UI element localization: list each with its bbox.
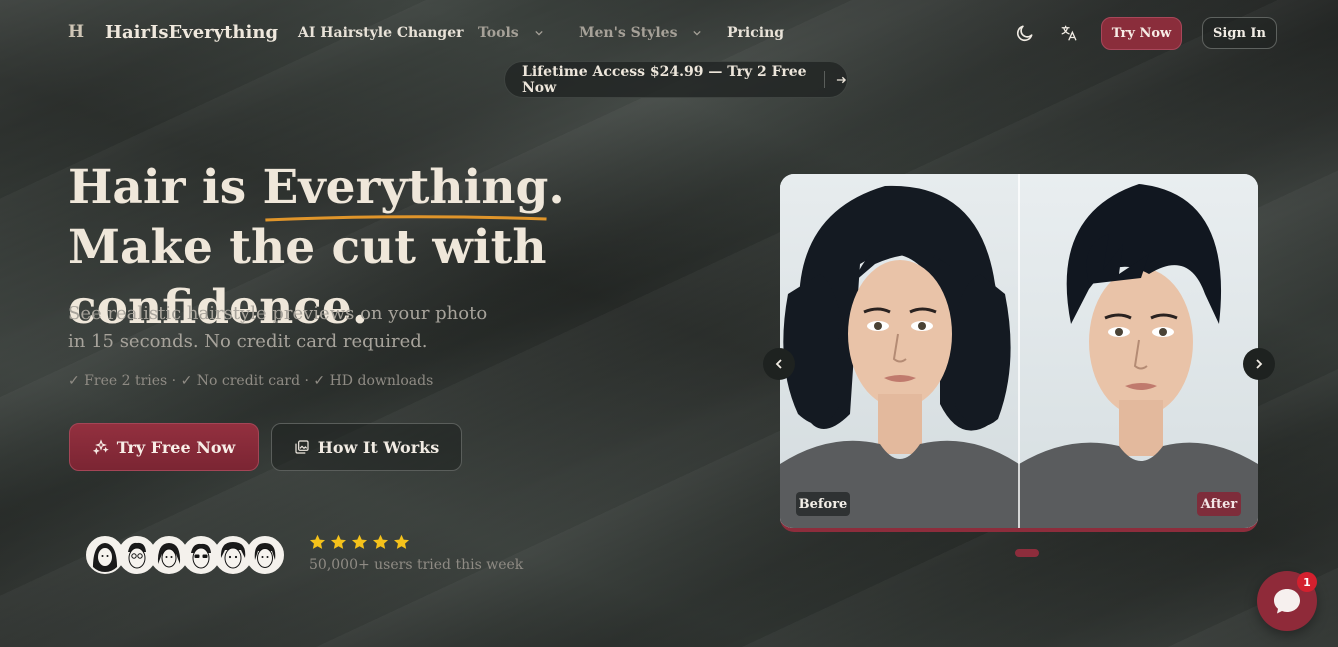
arrow-right-icon xyxy=(837,76,847,83)
chevron-right-icon xyxy=(1256,359,1263,369)
sign-in-button[interactable]: Sign In xyxy=(1202,17,1277,49)
chevron-left-icon xyxy=(775,359,782,369)
chat-bubble-icon xyxy=(1274,589,1300,614)
hero-title-highlight-text: Everything xyxy=(262,160,549,215)
how-it-works-button[interactable]: How It Works xyxy=(271,423,462,471)
moon-icon[interactable] xyxy=(1014,22,1036,44)
slider-next-button[interactable] xyxy=(1243,348,1275,380)
feature-checks: ✓ Free 2 tries · ✓ No credit card · ✓ HD… xyxy=(68,373,434,389)
try-now-button[interactable]: Try Now xyxy=(1101,17,1182,50)
try-free-now-label: Try Free Now xyxy=(116,437,236,457)
hero-subtitle: See realistic hairstyle previews on your… xyxy=(68,303,488,352)
translate-icon[interactable] xyxy=(1058,22,1080,44)
nav-link-label: Tools xyxy=(478,25,519,41)
star-icon xyxy=(372,534,389,549)
user-avatars xyxy=(86,536,284,574)
promo-divider xyxy=(824,71,826,88)
rating-stars xyxy=(309,534,410,550)
top-nav: H HairIsEverything AI Hairstyle Changer … xyxy=(0,0,1338,66)
star-icon xyxy=(393,534,410,549)
nav-link-label: Men's Styles xyxy=(579,25,678,41)
brand-name[interactable]: HairIsEverything xyxy=(105,22,278,43)
avatar xyxy=(246,536,284,574)
slider-prev-button[interactable] xyxy=(763,348,795,380)
how-it-works-label: How It Works xyxy=(317,437,440,457)
slider-divider[interactable] xyxy=(1018,174,1020,528)
sparkles-icon xyxy=(92,439,109,455)
chevron-down-icon xyxy=(535,30,543,36)
chat-unread-badge: 1 xyxy=(1297,572,1317,592)
nav-pricing[interactable]: Pricing xyxy=(727,25,784,41)
promo-banner[interactable]: Lifetime Access $24.99 — Try 2 Free Now xyxy=(504,61,848,98)
hero-title-highlight: Everything xyxy=(262,158,549,222)
logo-icon[interactable]: H xyxy=(68,22,84,42)
gallery-icon xyxy=(295,440,309,454)
nav-link-label: AI Hairstyle Changer xyxy=(298,25,464,41)
before-after-slider[interactable] xyxy=(780,174,1258,532)
try-free-now-button[interactable]: Try Free Now xyxy=(69,423,259,471)
promo-text: Lifetime Access $24.99 — Try 2 Free Now xyxy=(522,63,807,96)
after-label: After xyxy=(1197,492,1241,516)
star-icon xyxy=(309,534,326,549)
before-label: Before xyxy=(796,492,850,516)
hero-title-start: Hair is xyxy=(68,160,263,215)
before-image xyxy=(780,174,1019,528)
chevron-down-icon xyxy=(693,30,702,36)
social-proof-text: 50,000+ users tried this week xyxy=(309,557,524,573)
nav-mens-styles[interactable]: Men's Styles xyxy=(579,25,702,41)
nav-ai-hairstyle-changer[interactable]: AI Hairstyle Changer xyxy=(298,25,464,41)
slider-dot-active[interactable] xyxy=(1015,549,1039,557)
after-image xyxy=(1019,174,1258,528)
nav-tools[interactable]: Tools xyxy=(478,25,543,41)
star-icon xyxy=(330,534,347,549)
underline-swoosh xyxy=(264,215,547,222)
star-icon xyxy=(351,534,368,549)
nav-link-label: Pricing xyxy=(727,25,785,41)
